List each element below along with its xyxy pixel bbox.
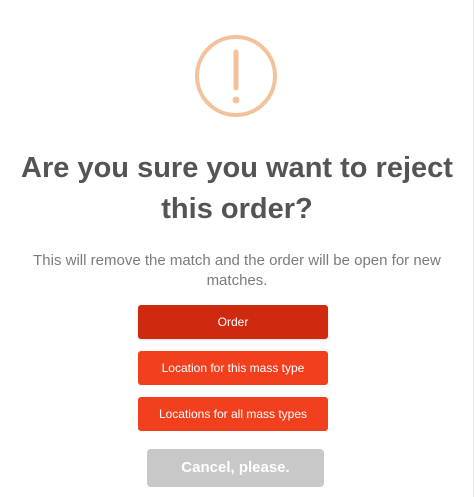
reject-location-this-mass-type-button[interactable]: Location for this mass type — [138, 351, 328, 385]
warning-exclamation-icon — [195, 35, 277, 117]
reject-order-dialog: Are you sure you want to reject this ord… — [0, 0, 474, 497]
reject-order-button[interactable]: Order — [138, 305, 328, 339]
reject-locations-all-mass-types-button[interactable]: Locations for all mass types — [138, 397, 328, 431]
dialog-title: Are you sure you want to reject this ord… — [21, 152, 453, 225]
dialog-message: This will remove the match and the order… — [33, 252, 441, 289]
cancel-button[interactable]: Cancel, please. — [147, 449, 324, 487]
